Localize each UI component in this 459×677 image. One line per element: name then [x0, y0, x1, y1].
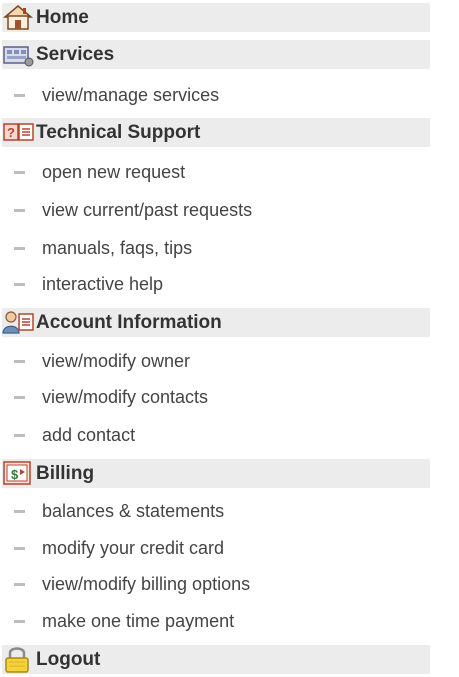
menu-item-modify-credit-card[interactable]: modify your credit card — [14, 533, 224, 563]
menu-item-add-contact[interactable]: add contact — [14, 420, 135, 450]
menu-header-account-information[interactable]: Account Information — [2, 308, 430, 337]
menu-item-view-modify-owner[interactable]: view/modify owner — [14, 346, 190, 376]
menu-header-home[interactable]: Home — [2, 3, 430, 32]
house-icon — [2, 4, 34, 31]
logout-label: Logout — [36, 649, 101, 670]
services-icon — [2, 41, 34, 68]
menu-header-technical-support[interactable]: ? Technical Support — [2, 118, 430, 147]
dash-icon — [14, 93, 25, 97]
dash-icon — [14, 359, 25, 363]
dash-icon — [14, 509, 25, 513]
dash-icon — [14, 170, 25, 174]
dash-icon — [14, 395, 25, 399]
dash-icon — [14, 208, 25, 212]
menu-header-billing[interactable]: $ Billing — [2, 459, 430, 488]
menu-item-one-time-payment[interactable]: make one time payment — [14, 606, 234, 636]
menu-item-balances-statements[interactable]: balances & statements — [14, 496, 224, 526]
lock-icon — [2, 646, 34, 673]
dash-icon — [14, 582, 25, 586]
menu-item-view-modify-contacts[interactable]: view/modify contacts — [14, 382, 208, 412]
home-label: Home — [36, 7, 89, 28]
support-icon: ? — [2, 119, 34, 146]
dash-icon — [14, 433, 25, 437]
account-icon — [2, 309, 34, 336]
svg-text:?: ? — [7, 125, 15, 140]
account-information-label: Account Information — [36, 312, 222, 333]
menu-header-services[interactable]: Services — [2, 40, 430, 69]
dash-icon — [14, 246, 25, 250]
services-label: Services — [36, 44, 115, 65]
dash-icon — [14, 282, 25, 286]
billing-icon: $ — [2, 460, 34, 487]
svg-text:$: $ — [11, 467, 19, 482]
menu-item-manuals-faqs-tips[interactable]: manuals, faqs, tips — [14, 233, 192, 263]
menu-item-billing-options[interactable]: view/modify billing options — [14, 569, 250, 599]
billing-label: Billing — [36, 463, 95, 484]
menu-item-open-new-request[interactable]: open new request — [14, 157, 185, 187]
dash-icon — [14, 619, 25, 623]
menu-item-view-manage-services[interactable]: view/manage services — [14, 80, 219, 110]
menu-header-logout[interactable]: Logout — [2, 645, 430, 674]
menu-item-view-requests[interactable]: view current/past requests — [14, 195, 252, 225]
technical-support-label: Technical Support — [36, 122, 201, 143]
nav-menu: Home Services view/manage services ? Tec… — [0, 0, 459, 677]
dash-icon — [14, 546, 25, 550]
menu-item-interactive-help[interactable]: interactive help — [14, 269, 163, 299]
